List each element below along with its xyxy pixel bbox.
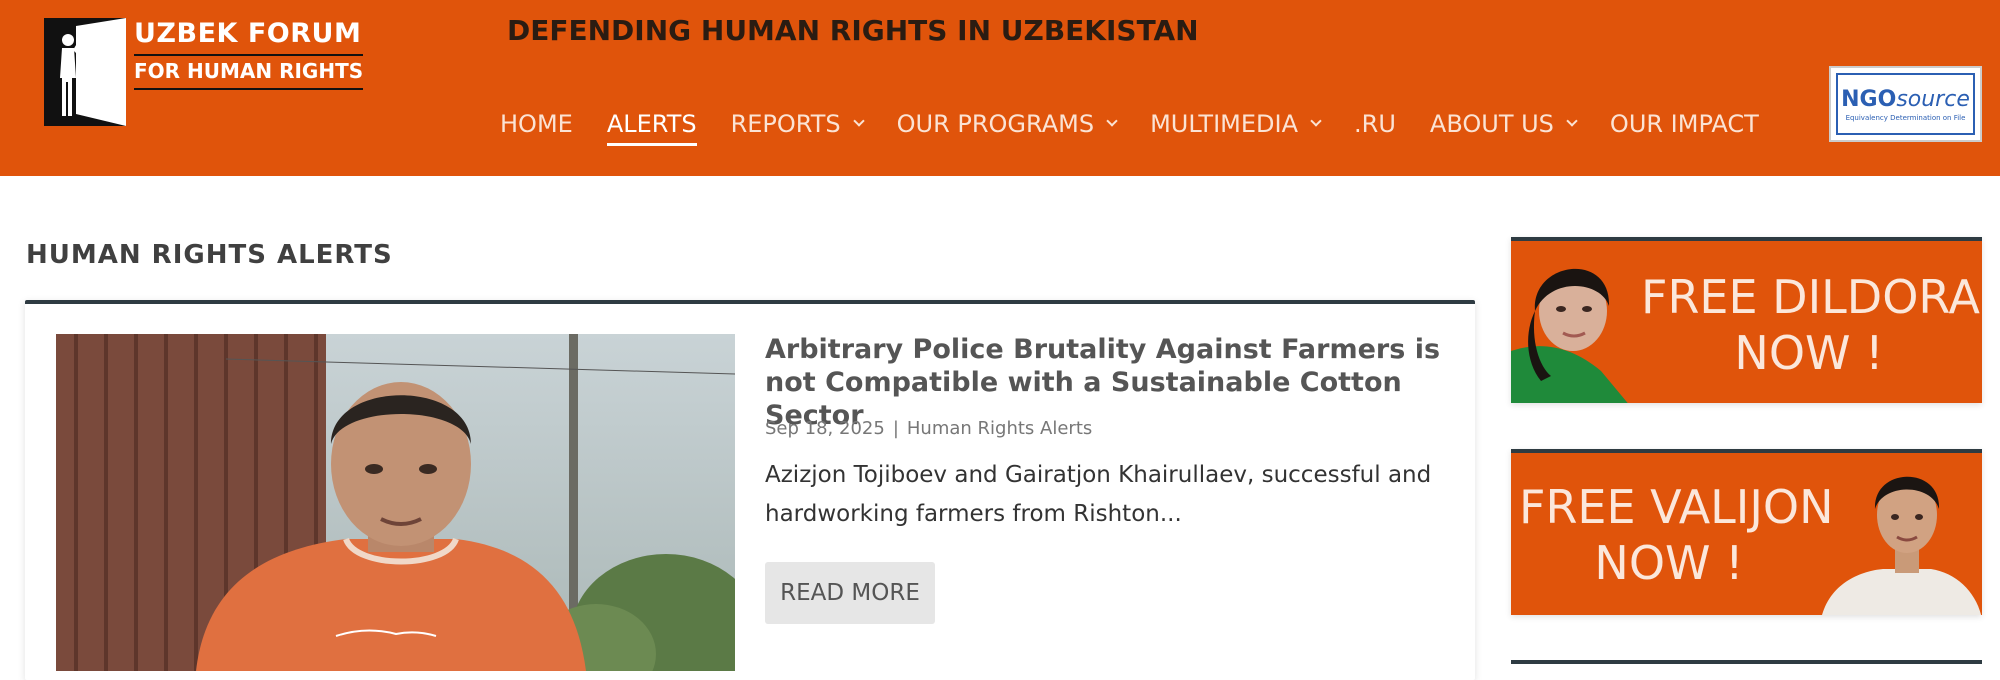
article-thumbnail[interactable] [56,334,735,671]
valijon-portrait [1822,476,1981,615]
ngosource-italic: source [1896,86,1970,112]
nav-home[interactable]: HOME [500,104,573,144]
logo-line-1: UZBEK FORUM [134,16,364,56]
article-excerpt: Azizjon Tojiboev and Gairatjon Khairulla… [765,462,1432,527]
meta-separator: | [892,418,899,439]
nav-our-programs-label: OUR PROGRAMS [896,110,1095,138]
nav-alerts[interactable]: ALERTS [606,104,697,146]
ngosource-bold: NGO [1841,86,1897,112]
nav-about-us-label: ABOUT US [1429,110,1554,138]
ngosource-badge-frame: NGOsource Equivalency Determination on F… [1836,73,1975,135]
banner-text: FREE DILDORA NOW ! [1641,269,1980,381]
logo-line-2: FOR HUMAN RIGHTS [134,56,364,90]
chevron-down-icon [1106,115,1118,127]
nav-multimedia-label: MULTIMEDIA [1150,110,1299,138]
free-valijon-banner[interactable]: FREE VALIJON NOW ! [1511,449,1982,615]
free-dildora-banner[interactable]: FREE DILDORA NOW ! [1511,237,1982,403]
nav-reports-label: REPORTS [730,110,841,138]
chevron-down-icon [852,115,865,127]
nav-reports[interactable]: REPORTS [730,104,865,144]
nav-our-impact-label: OUR IMPACT [1609,110,1759,138]
sidebar-widget-edge [1511,660,1982,671]
nav-about-us[interactable]: ABOUT US [1429,104,1578,144]
ngosource-wordmark: NGOsource [1841,87,1970,112]
chevron-down-icon [1566,115,1578,127]
nav-alerts-label: ALERTS [606,110,697,138]
article-meta: Sep 18, 2025 | Human Rights Alerts [765,418,1100,439]
chevron-down-icon [1310,115,1322,127]
section-title: HUMAN RIGHTS ALERTS [26,240,393,270]
nav-our-impact[interactable]: OUR IMPACT [1610,104,1759,144]
site-logo[interactable]: UZBEK FORUM FOR HUMAN RIGHTS [44,16,364,128]
logo-emblem [44,18,126,126]
nav-home-label: HOME [500,110,573,138]
article-date: Sep 18, 2025 [765,418,885,439]
main-nav: HOME ALERTS REPORTS OUR PROGRAMS MULTIME… [500,104,1793,146]
site-tagline: DEFENDING HUMAN RIGHTS IN UZBEKISTAN [507,14,1199,47]
read-more-button[interactable]: READ MORE [765,562,935,624]
logo-wordmark: UZBEK FORUM FOR HUMAN RIGHTS [134,16,364,90]
ngosource-subtitle: Equivalency Determination on File [1845,113,1966,122]
nav-ru-label: .RU [1354,110,1396,138]
banner-line-1: FREE DILDORA [1641,270,1980,324]
nav-ru[interactable]: .RU [1354,104,1396,144]
article-category-link[interactable]: Human Rights Alerts [907,418,1092,439]
nav-multimedia[interactable]: MULTIMEDIA [1150,104,1322,144]
banner-line-2: NOW ! [1734,326,1884,380]
nav-our-programs[interactable]: OUR PROGRAMS [896,104,1118,144]
ngosource-badge[interactable]: NGOsource Equivalency Determination on F… [1829,66,1982,142]
site-header: UZBEK FORUM FOR HUMAN RIGHTS DEFENDING H… [0,0,2000,176]
